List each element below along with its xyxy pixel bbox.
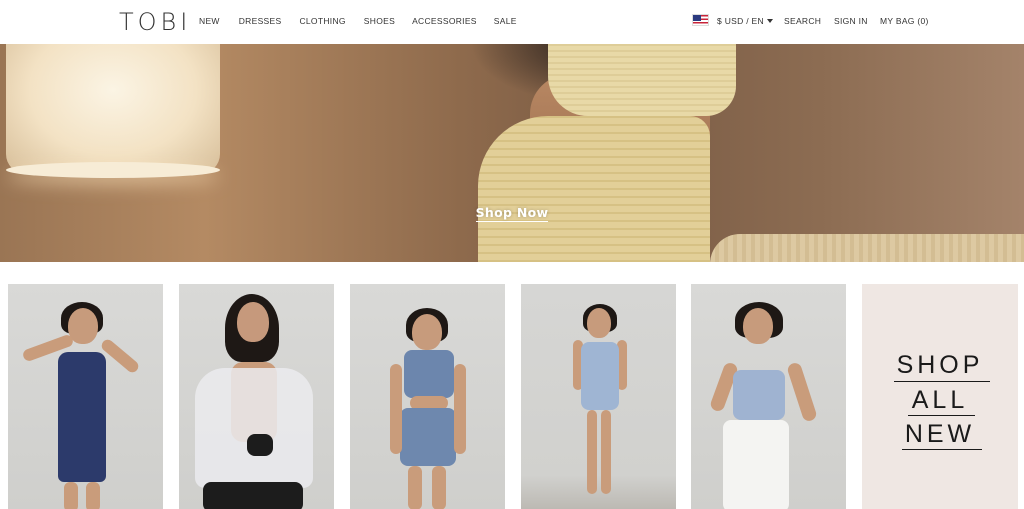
hero-couch [710,234,1024,262]
shop-rule [902,449,982,450]
model-leg [408,466,422,509]
shop-all-new-tile[interactable]: SHOP ALL NEW [862,284,1018,509]
product-tile[interactable] [179,284,334,509]
model-skirt [400,408,456,466]
model-head [237,302,269,342]
nav-item-accessories[interactable]: ACCESSORIES [412,15,477,27]
model-dress [58,352,106,482]
product-tile[interactable] [8,284,163,509]
nav-item-shoes[interactable]: SHOES [364,15,395,27]
nav-item-sale[interactable]: SALE [494,15,517,27]
hero-knit-skirt [478,116,710,262]
model-leg [587,410,597,494]
model-top [404,350,454,398]
shop-now-link[interactable]: Shop Now [475,205,549,222]
model-head [743,308,773,344]
model-arm [390,364,402,454]
model-arm [454,364,466,454]
brand-logo[interactable]: TOBI [119,8,191,36]
model-leg [432,466,446,509]
flag-canton [693,15,701,21]
model-leg [86,482,100,509]
model-leg [601,410,611,494]
model-leg [64,482,78,509]
model-dress [581,342,619,410]
model-head [587,308,611,338]
model-jeans [723,420,789,509]
locale-selector[interactable]: $ USD / EN [717,15,773,27]
bag-link[interactable]: MY BAG (0) [880,15,929,27]
hero-cta-wrap: Shop Now [0,204,1024,222]
hero-banner[interactable]: Shop Now [0,44,1024,262]
model-pants [203,482,303,509]
shop-line-2: ALL [911,386,969,414]
product-tile[interactable] [521,284,676,509]
locale-label: $ USD / EN [717,16,764,26]
hero-knit-top [548,44,736,116]
model-corset-top [733,370,785,420]
nav-item-clothing[interactable]: CLOTHING [299,15,345,27]
model-head [412,314,442,350]
main-nav: NEW DRESSES CLOTHING SHOES ACCESSORIES S… [199,15,534,27]
product-tile[interactable] [691,284,846,509]
search-link[interactable]: SEARCH [784,15,821,27]
model-top [247,434,273,456]
model-cardigan [195,368,313,488]
caret-down-icon [766,19,773,23]
hero-lamp-rim [6,162,220,178]
nav-item-new[interactable]: NEW [199,15,220,27]
nav-item-dresses[interactable]: DRESSES [239,15,282,27]
us-flag-icon[interactable] [692,14,709,26]
shop-rule [894,381,990,382]
hero-lamp [6,44,220,174]
product-tile[interactable] [350,284,505,509]
sign-in-link[interactable]: SIGN IN [834,15,868,27]
shop-line-3: NEW [904,420,976,448]
site-header: TOBI NEW DRESSES CLOTHING SHOES ACCESSOR… [0,0,1024,44]
shop-rule [908,415,975,416]
shop-line-1: SHOP [896,351,984,379]
